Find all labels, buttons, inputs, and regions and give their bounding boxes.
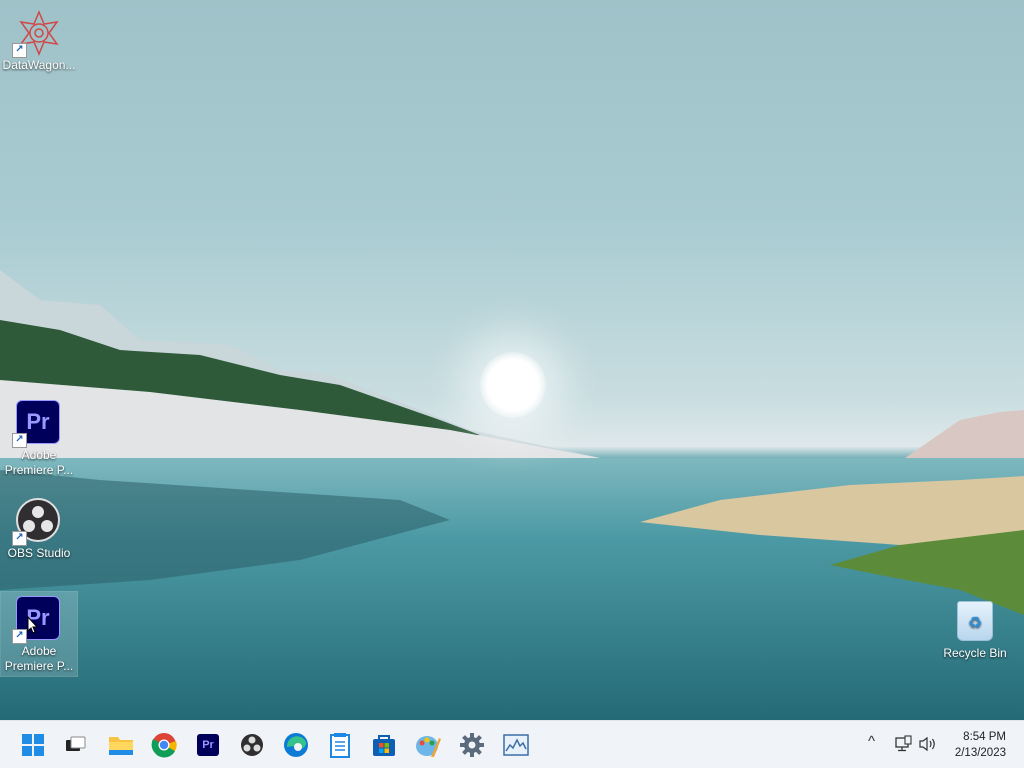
microsoft-store-button[interactable] (368, 729, 400, 761)
desktop-icon-datawagon[interactable]: ↗ DataWagon... (1, 6, 77, 73)
premiere-pro-icon: Pr ↗ (12, 400, 62, 448)
notepad-button[interactable] (324, 729, 356, 761)
edge-icon (284, 733, 308, 757)
datawagon-icon: ↗ (12, 10, 62, 58)
desktop-icon-label: Adobe Premiere P... (4, 448, 74, 477)
taskbar: Pr ^ 8:54 PM 2/13/2023 (0, 720, 1024, 768)
desktop-icon-label: Recycle Bin (943, 646, 1007, 660)
shortcut-arrow-icon: ↗ (12, 433, 27, 448)
volume-icon (919, 736, 935, 752)
network-button[interactable] (894, 735, 912, 756)
premiere-pro-icon: Pr (197, 734, 219, 756)
desktop-icon-recycle-bin[interactable]: ♻ Recycle Bin (937, 594, 1013, 661)
premiere-pro-taskbar-button[interactable]: Pr (192, 729, 224, 761)
resource-monitor-button[interactable] (500, 729, 532, 761)
network-icon (895, 735, 912, 752)
show-hidden-icons-button[interactable]: ^ (868, 733, 875, 750)
task-view-icon (66, 736, 86, 751)
shortcut-arrow-icon: ↗ (12, 43, 27, 58)
windows-start-icon (22, 734, 44, 756)
obs-studio-icon: ↗ (12, 498, 62, 546)
monitor-chart-icon (503, 734, 529, 756)
chrome-icon (151, 733, 177, 758)
paint-icon (416, 736, 441, 757)
shortcut-arrow-icon: ↗ (12, 531, 27, 546)
recycle-bin-icon: ♻ (952, 598, 998, 644)
obs-taskbar-button[interactable] (236, 729, 268, 761)
mouse-cursor-icon (27, 616, 39, 634)
desktop-icon-label: OBS Studio (7, 546, 71, 560)
desktop-icon-premiere-pro-2[interactable]: Pr ↗ Adobe Premiere P... (0, 591, 78, 677)
file-explorer-button[interactable] (105, 729, 137, 761)
shortcut-arrow-icon: ↗ (12, 629, 27, 644)
task-view-button[interactable] (59, 729, 91, 761)
premiere-pro-icon: Pr ↗ (12, 596, 62, 644)
svg-text:♻: ♻ (968, 613, 982, 632)
clock-date: 2/13/2023 (954, 747, 1006, 759)
sun (480, 352, 546, 418)
desktop-icon-label: Adobe Premiere P... (4, 644, 74, 673)
desktop-icon-label: DataWagon... (2, 58, 76, 72)
clock-time: 8:54 PM (963, 731, 1006, 743)
settings-button[interactable] (456, 729, 488, 761)
chrome-button[interactable] (148, 729, 180, 761)
obs-icon (241, 734, 263, 756)
chevron-up-icon: ^ (868, 733, 876, 750)
store-icon (373, 735, 395, 756)
notepad-icon (330, 733, 350, 758)
desktop-wallpaper (0, 0, 1024, 720)
start-button[interactable] (17, 729, 49, 761)
clock[interactable]: 8:54 PM 2/13/2023 (955, 729, 1006, 761)
desktop-icon-obs-studio[interactable]: ↗ OBS Studio (1, 494, 77, 561)
desktop-icon-premiere-pro[interactable]: Pr ↗ Adobe Premiere P... (1, 396, 77, 478)
paint-button[interactable] (412, 729, 444, 761)
folder-icon (109, 737, 133, 755)
edge-button[interactable] (280, 729, 312, 761)
volume-button[interactable] (918, 735, 938, 756)
gear-icon (460, 733, 484, 757)
